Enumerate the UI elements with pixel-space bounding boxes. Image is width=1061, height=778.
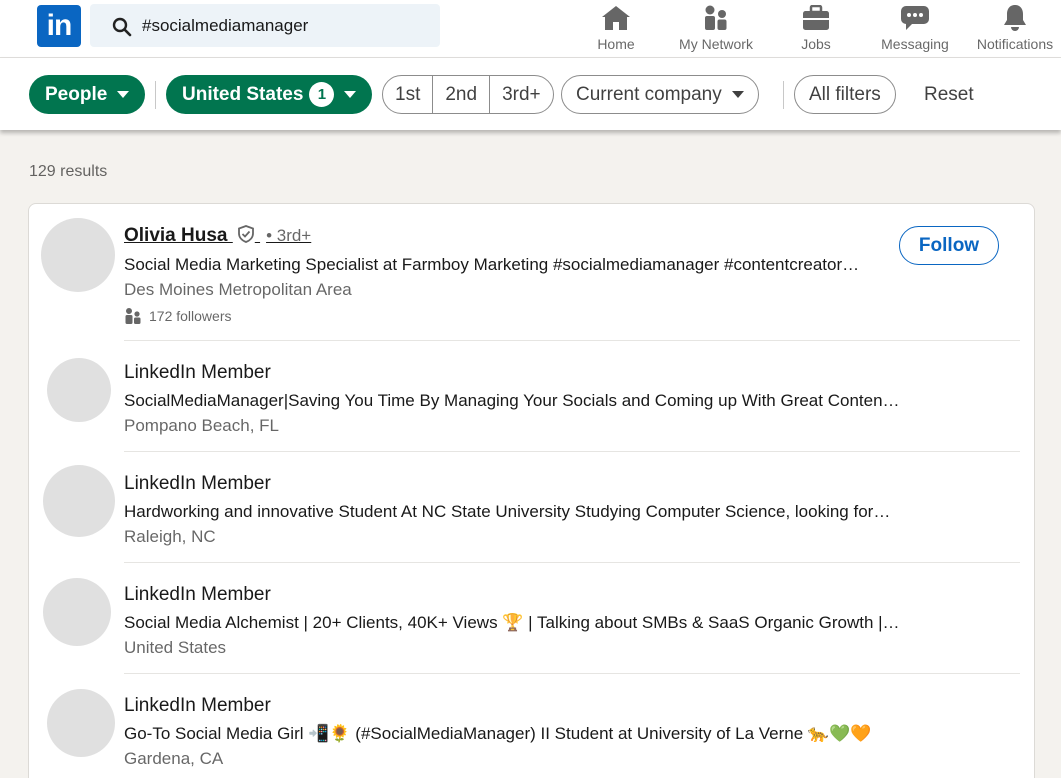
profile-name[interactable]: LinkedIn Member [124,473,271,495]
caret-down-icon [344,91,357,98]
divider [155,81,156,109]
profile-headline: Social Media Alchemist | 20+ Clients, 40… [124,613,900,632]
nav-jobs[interactable]: Jobs [796,0,836,58]
list-item: LinkedIn Member Social Media Alchemist |… [29,563,1036,674]
search-input[interactable] [142,4,432,47]
nav-my-network[interactable]: My Network [672,0,760,58]
followers-count: 172 followers [124,307,232,325]
current-company-filter-button[interactable]: Current company [561,75,759,114]
search-bar[interactable] [90,4,440,47]
profile-location: United States [124,638,227,657]
results-count: 129 results [29,163,108,180]
top-nav: in Home My Network Jobs [0,0,1061,58]
divider [783,81,784,109]
list-item: LinkedIn Member Go-To Social Media Girl … [29,674,1036,778]
list-item: LinkedIn Member SocialMediaManager|Savin… [29,341,1036,452]
results-list: Olivia Husa • 3rd+ Social Media Marketin… [28,203,1035,778]
linkedin-logo[interactable]: in [37,5,81,47]
network-icon [702,3,730,33]
briefcase-icon [802,3,830,33]
avatar[interactable] [47,358,111,422]
profile-name[interactable]: LinkedIn Member [124,362,271,384]
profile-headline: SocialMediaManager|Saving You Time By Ma… [124,391,900,410]
people-icon [125,308,141,324]
follow-button[interactable]: Follow [899,226,999,265]
nav-home[interactable]: Home [594,0,638,58]
list-item: LinkedIn Member Hardworking and innovati… [29,452,1036,563]
profile-headline: Hardworking and innovative Student At NC… [124,502,891,521]
profile-location: Raleigh, NC [124,527,216,546]
profile-headline: Go-To Social Media Girl 📲🌻 (#SocialMedia… [124,724,872,743]
profile-name-link[interactable]: Olivia Husa • 3rd+ [124,225,311,247]
people-filter-button[interactable]: People [29,75,146,114]
degree-1st-button[interactable]: 1st [383,76,434,113]
avatar[interactable] [43,465,115,537]
filter-count-badge: 1 [309,82,335,107]
connection-degree-group: 1st 2nd 3rd+ [382,75,554,114]
filter-bar: People United States 1 1st 2nd 3rd+ Curr… [0,58,1061,130]
location-filter-button[interactable]: United States 1 [166,75,373,114]
avatar[interactable] [43,578,111,646]
profile-name[interactable]: LinkedIn Member [124,584,271,606]
avatar[interactable] [41,218,115,292]
caret-down-icon [731,91,744,98]
degree-2nd-button[interactable]: 2nd [433,76,491,113]
home-icon [601,3,631,33]
nav-notifications[interactable]: Notifications [972,0,1058,58]
avatar[interactable] [47,689,115,757]
all-filters-button[interactable]: All filters [794,75,896,114]
reset-button[interactable]: Reset [924,84,974,106]
profile-name[interactable]: LinkedIn Member [124,695,271,717]
profile-location: Gardena, CA [124,749,224,768]
connection-degree: • 3rd+ [266,226,312,245]
messaging-icon [900,3,930,33]
nav-messaging[interactable]: Messaging [878,0,952,58]
bell-icon [1002,3,1028,33]
search-icon [112,17,132,37]
profile-location: Des Moines Metropolitan Area [124,280,352,299]
verified-shield-icon [237,225,254,243]
list-item: Olivia Husa • 3rd+ Social Media Marketin… [29,204,1036,341]
profile-headline: Social Media Marketing Specialist at Far… [124,255,860,274]
profile-location: Pompano Beach, FL [124,416,279,435]
caret-down-icon [117,91,130,98]
degree-3rd-button[interactable]: 3rd+ [490,76,553,113]
